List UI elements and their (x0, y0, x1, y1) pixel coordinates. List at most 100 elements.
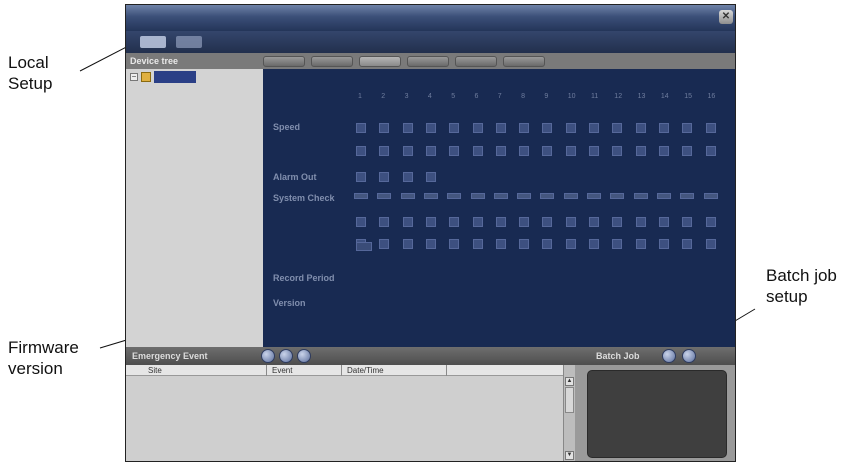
speed-checkbox[interactable] (682, 146, 693, 156)
system-check-checkbox[interactable] (682, 217, 693, 227)
system-check-checkbox[interactable] (379, 217, 390, 227)
system-check-checkbox[interactable] (565, 239, 576, 249)
device-tree-title: Device tree (130, 56, 179, 66)
speed-checkbox[interactable] (542, 146, 553, 156)
system-check-label: System Check (273, 193, 335, 203)
speed-checkbox[interactable] (425, 123, 436, 133)
system-check-checkbox[interactable] (542, 239, 553, 249)
system-check-checkbox[interactable] (589, 217, 599, 227)
speed-checkbox[interactable] (612, 123, 623, 133)
column-header-datetime[interactable]: Date/Time (347, 366, 384, 375)
scroll-up-arrow[interactable]: ▲ (565, 377, 574, 386)
system-check-checkbox[interactable] (612, 239, 623, 249)
speed-checkbox[interactable] (682, 123, 693, 133)
speed-checkbox[interactable] (495, 123, 506, 133)
tab-4[interactable] (407, 56, 449, 67)
column-header-site[interactable]: Site (148, 366, 162, 375)
batch-job-button-2[interactable] (682, 349, 696, 363)
system-check-checkbox[interactable] (379, 239, 390, 249)
speed-checkbox[interactable] (449, 123, 460, 133)
batch-job-button-1[interactable] (662, 349, 676, 363)
system-check-checkbox[interactable] (425, 239, 436, 249)
system-check-extra-field[interactable] (356, 242, 372, 251)
system-check-checkbox[interactable] (635, 217, 646, 227)
system-check-checkbox[interactable] (658, 217, 669, 227)
tab-6[interactable] (503, 56, 545, 67)
system-check-checkbox[interactable] (449, 217, 460, 227)
system-check-checkbox[interactable] (658, 239, 669, 249)
event-button-2[interactable] (279, 349, 293, 363)
speed-checkbox[interactable] (379, 146, 390, 156)
close-button[interactable]: ✕ (719, 10, 733, 24)
speed-checkbox[interactable] (612, 146, 623, 156)
speed-checkbox[interactable] (519, 146, 530, 156)
event-button-3[interactable] (297, 349, 311, 363)
batch-job-list[interactable] (587, 370, 727, 458)
speed-checkbox[interactable] (356, 146, 366, 156)
tree-expand-toggle[interactable]: − (130, 73, 138, 81)
speed-checkbox[interactable] (449, 146, 460, 156)
system-check-checkbox[interactable] (472, 239, 483, 249)
system-check-checkbox[interactable] (425, 217, 436, 227)
speed-checkbox[interactable] (635, 146, 646, 156)
alarm-out-checkbox[interactable] (379, 172, 390, 182)
system-check-checkbox[interactable] (682, 239, 693, 249)
system-check-checkbox[interactable] (449, 239, 460, 249)
event-table-scrollbar[interactable]: ▲ ▼ (563, 365, 575, 461)
column-header-event[interactable]: Event (272, 366, 292, 375)
speed-checkbox[interactable] (565, 146, 576, 156)
speed-checkbox[interactable] (356, 123, 366, 133)
alarm-out-checkbox[interactable] (402, 172, 413, 182)
emergency-event-label: Emergency Event (132, 351, 208, 361)
scroll-thumb[interactable] (565, 387, 574, 413)
speed-checkbox[interactable] (635, 123, 646, 133)
system-check-checkbox[interactable] (635, 239, 646, 249)
system-check-checkbox[interactable] (402, 239, 413, 249)
speed-checkbox[interactable] (472, 146, 483, 156)
local-setup-callout: Local Setup (8, 52, 52, 94)
system-check-checkbox[interactable] (495, 239, 506, 249)
system-check-checkbox[interactable] (402, 217, 413, 227)
channel-number: 12 (614, 93, 623, 100)
speed-checkbox[interactable] (402, 146, 413, 156)
scroll-down-arrow[interactable]: ▼ (565, 451, 574, 460)
alarm-out-checkbox[interactable] (356, 172, 366, 182)
tab-5[interactable] (455, 56, 497, 67)
speed-checkbox[interactable] (402, 123, 413, 133)
system-check-checkbox[interactable] (519, 217, 530, 227)
system-check-checkbox[interactable] (589, 239, 599, 249)
speed-checkbox[interactable] (658, 146, 669, 156)
system-check-checkbox[interactable] (472, 217, 483, 227)
speed-checkbox[interactable] (379, 123, 390, 133)
system-check-indicator (493, 193, 508, 199)
tab-1[interactable] (263, 56, 305, 67)
system-check-checkbox[interactable] (519, 239, 530, 249)
speed-checkbox[interactable] (425, 146, 436, 156)
system-check-checkbox[interactable] (705, 217, 716, 227)
speed-checkbox[interactable] (589, 123, 599, 133)
device-tree-node[interactable] (154, 71, 196, 83)
system-check-checkbox[interactable] (565, 217, 576, 227)
alarm-out-checkbox[interactable] (425, 172, 436, 182)
local-setup-icon[interactable] (140, 36, 166, 48)
speed-checkbox[interactable] (472, 123, 483, 133)
speed-checkbox[interactable] (658, 123, 669, 133)
speed-checkbox[interactable] (705, 123, 716, 133)
event-button-1[interactable] (261, 349, 275, 363)
remote-setup-icon[interactable] (176, 36, 202, 48)
alarm-out-label: Alarm Out (273, 172, 317, 182)
speed-checkbox[interactable] (589, 146, 599, 156)
tab-2[interactable] (311, 56, 353, 67)
system-check-checkbox[interactable] (612, 217, 623, 227)
system-check-checkbox[interactable] (705, 239, 716, 249)
speed-checkbox[interactable] (565, 123, 576, 133)
channel-number: 16 (707, 93, 716, 100)
speed-checkbox[interactable] (705, 146, 716, 156)
system-check-checkbox[interactable] (356, 217, 366, 227)
system-check-checkbox[interactable] (542, 217, 553, 227)
speed-checkbox[interactable] (542, 123, 553, 133)
speed-checkbox[interactable] (519, 123, 530, 133)
system-check-checkbox[interactable] (495, 217, 506, 227)
tab-3[interactable] (359, 56, 401, 67)
speed-checkbox[interactable] (495, 146, 506, 156)
